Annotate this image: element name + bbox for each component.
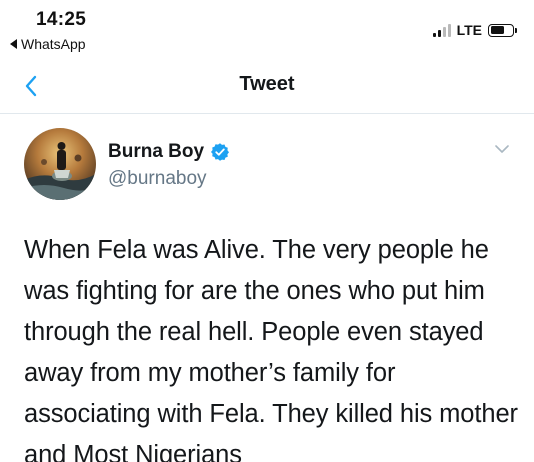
screen: 14:25 WhatsApp LTE Tweet Burna Boy @burn… bbox=[0, 0, 534, 462]
cellular-signal-icon bbox=[432, 23, 451, 37]
page-title: Tweet bbox=[239, 73, 295, 95]
author-name-row: Burna Boy bbox=[108, 141, 230, 163]
network-type: LTE bbox=[456, 22, 482, 38]
status-bar: 14:25 WhatsApp LTE bbox=[0, 0, 534, 56]
verified-badge-icon bbox=[211, 143, 230, 161]
author-name[interactable]: Burna Boy bbox=[108, 141, 204, 163]
back-app-label: WhatsApp bbox=[21, 36, 86, 52]
chevron-down-icon[interactable] bbox=[494, 143, 510, 155]
back-to-app-link[interactable]: WhatsApp bbox=[10, 36, 86, 52]
nav-bar: Tweet bbox=[0, 56, 534, 114]
avatar-image bbox=[24, 128, 96, 200]
avatar[interactable] bbox=[24, 128, 96, 200]
author-handle[interactable]: @burnaboy bbox=[108, 168, 207, 190]
tweet-text: When Fela was Alive. The very people he … bbox=[24, 236, 518, 462]
back-triangle-icon bbox=[10, 39, 17, 49]
status-indicators: LTE bbox=[432, 22, 517, 38]
battery-icon bbox=[488, 23, 517, 37]
status-time: 14:25 bbox=[36, 9, 87, 30]
